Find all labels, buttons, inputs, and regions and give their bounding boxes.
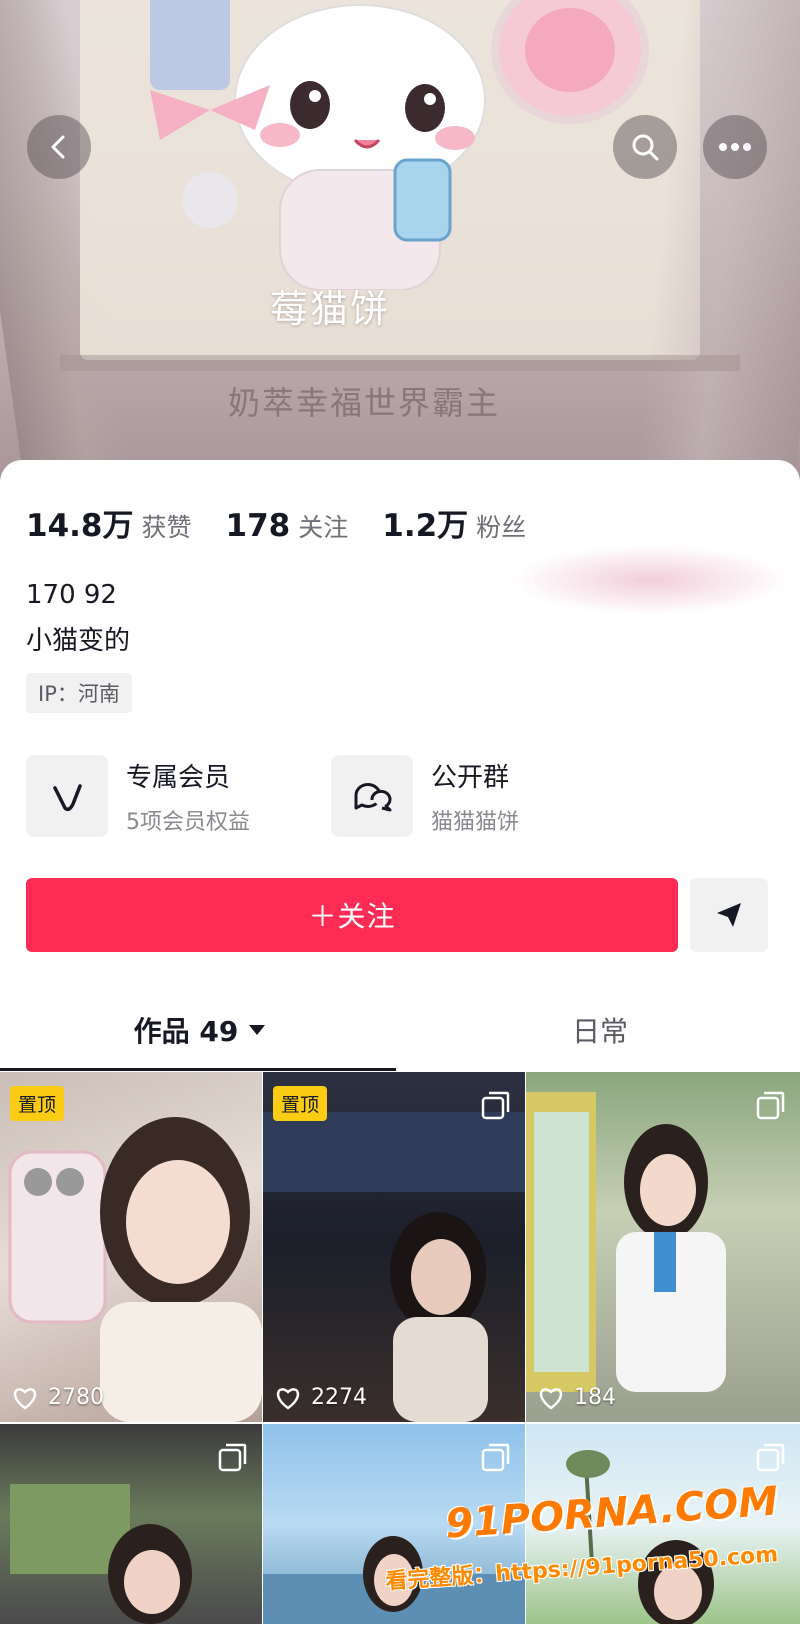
blurred-region [510, 545, 790, 615]
heart-icon [276, 1387, 300, 1410]
multi-image-icon [218, 1443, 247, 1472]
video-tile[interactable]: 184 [526, 1072, 800, 1422]
tab-daily[interactable]: 日常 [400, 992, 800, 1068]
follow-button[interactable]: ＋关注 [26, 878, 678, 952]
video-thumbnail [8, 1117, 262, 1422]
more-dots-icon [719, 143, 751, 151]
bio-line-1: 170 92 [26, 580, 117, 610]
content-tabs: 作品 49 日常 [0, 992, 800, 1068]
chevron-left-icon [51, 135, 65, 159]
bio-line-2: 小猫变的 [26, 626, 131, 656]
group-chat-icon [354, 782, 392, 812]
send-icon [717, 903, 741, 927]
heart-icon [539, 1387, 563, 1410]
tab-works[interactable]: 作品 49 [0, 992, 400, 1068]
profile-card: 14.8万 获赞 178 关注 1.2万 粉丝 170 92 小猫变的 IP：河… [0, 460, 800, 1638]
stat-followers[interactable]: 1.2万 粉丝 [382, 500, 526, 545]
like-count: 2780 [12, 1385, 104, 1410]
multi-image-icon [756, 1443, 785, 1472]
stat-following-value: 178 [225, 508, 291, 544]
public-group-entry[interactable]: 公开群 猫猫猫饼 [331, 755, 519, 837]
profile-banner: 莓猫饼 奶萃幸福世界霸主 [0, 0, 800, 480]
like-count: 184 [538, 1385, 616, 1410]
profile-name: 莓猫饼 [270, 287, 391, 331]
search-icon [632, 134, 659, 161]
active-tab-indicator [0, 1068, 396, 1071]
video-tile[interactable] [0, 1424, 262, 1624]
mascot-illustration [150, 0, 649, 290]
more-button[interactable] [703, 115, 767, 179]
heart-icon [13, 1387, 37, 1410]
multi-image-icon [481, 1443, 510, 1472]
multi-image-icon [481, 1091, 510, 1120]
share-button[interactable] [690, 878, 768, 952]
stat-following[interactable]: 178 关注 [226, 508, 349, 544]
like-count: 2274 [275, 1385, 367, 1410]
back-button[interactable] [27, 115, 91, 179]
vip-membership-entry[interactable]: 专属会员 5项会员权益 [26, 755, 250, 837]
group-title: 公开群 [431, 762, 510, 793]
stats-row: 14.8万 获赞 178 关注 1.2万 粉丝 [26, 500, 560, 545]
pinned-badge: 置顶 [273, 1086, 328, 1121]
multi-image-icon [756, 1091, 785, 1120]
ip-location-tag: IP：河南 [26, 673, 132, 713]
stat-followers-label: 粉丝 [476, 513, 527, 542]
search-button[interactable] [613, 115, 677, 179]
group-icon-box [331, 755, 413, 837]
group-subtitle: 猫猫猫饼 [431, 809, 520, 835]
video-thumbnail [526, 1092, 726, 1392]
watermark-overlay: 91PORNA.COM 看完整版：https://91porna50.com [384, 1478, 800, 1638]
like-count-value: 2274 [311, 1385, 367, 1410]
stat-likes-value: 14.8万 [26, 508, 134, 544]
like-count-value: 2780 [48, 1385, 104, 1410]
vip-icon-box [26, 755, 108, 837]
stat-likes-label: 获赞 [141, 513, 192, 542]
banner-slogan: 奶萃幸福世界霸主 [228, 384, 501, 422]
caret-down-icon [249, 1025, 266, 1035]
stat-likes[interactable]: 14.8万 获赞 [26, 500, 192, 545]
tab-works-label: 作品 49 [133, 1015, 239, 1048]
video-thumbnail [263, 1112, 525, 1422]
like-count-value: 184 [574, 1385, 616, 1410]
vip-v-icon [53, 784, 82, 812]
video-tile[interactable]: 置顶 2780 [0, 1072, 262, 1422]
video-tile[interactable]: 置顶 2274 [263, 1072, 525, 1422]
vip-subtitle: 5项会员权益 [126, 809, 250, 835]
vip-title: 专属会员 [126, 762, 231, 793]
stat-following-label: 关注 [298, 513, 349, 542]
stat-followers-value: 1.2万 [382, 508, 469, 544]
watermark-url: 看完整版：https://91porna50.com [384, 1542, 779, 1595]
banner-stripe [60, 355, 740, 371]
pinned-badge: 置顶 [10, 1086, 65, 1121]
